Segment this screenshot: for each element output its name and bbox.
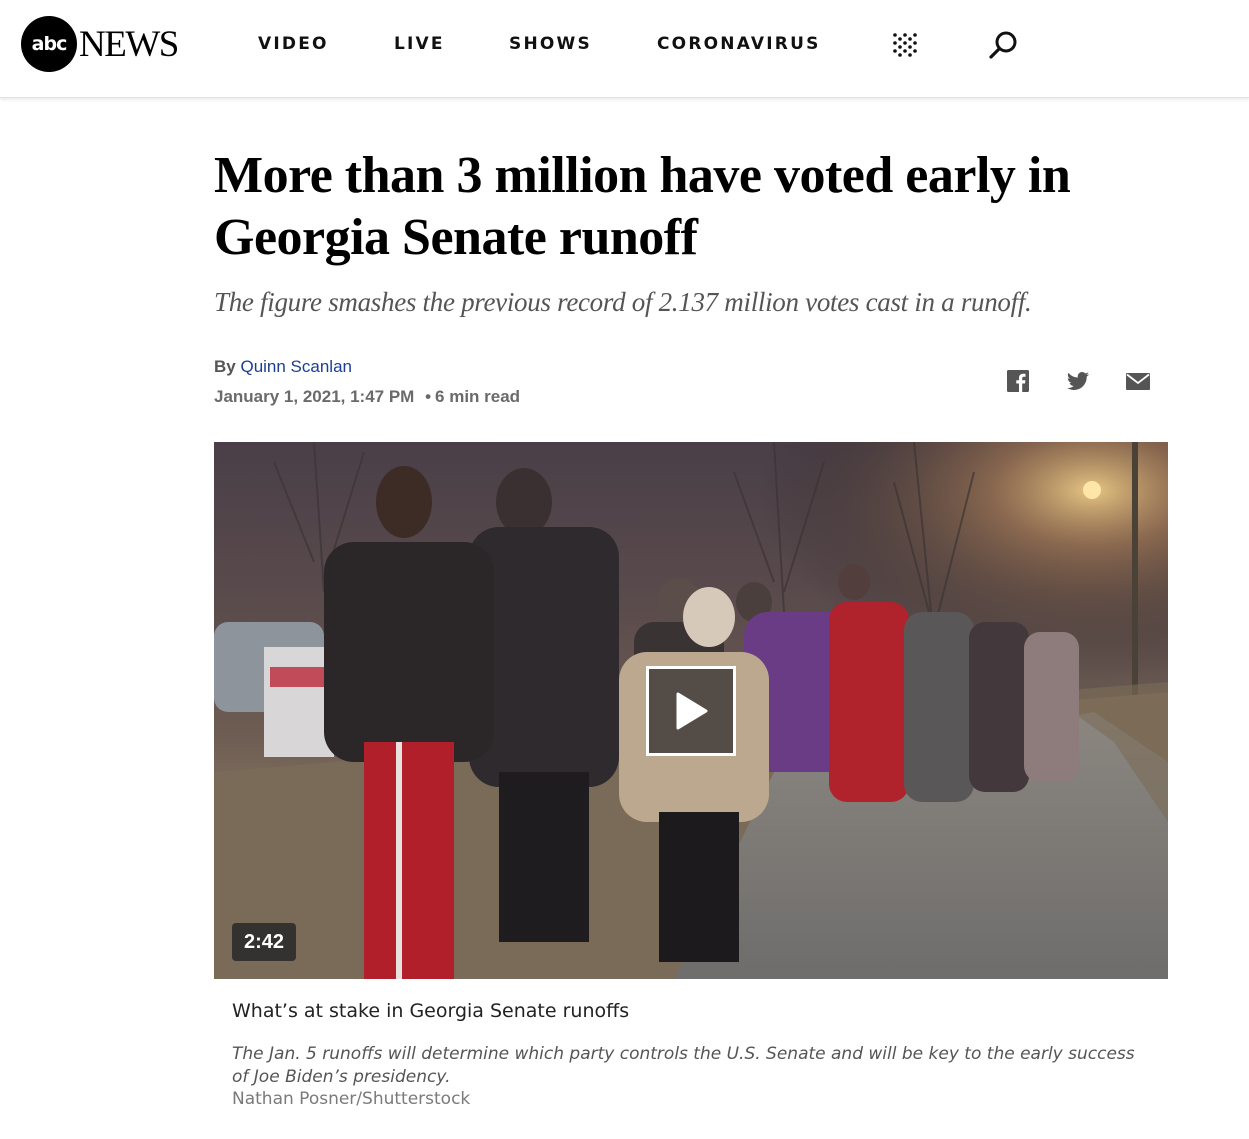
nav-live[interactable]: LIVE [394, 34, 445, 54]
byline-prefix: By [214, 357, 236, 376]
publish-date: January 1, 2021, 1:47 PM [214, 387, 415, 406]
twitter-icon[interactable] [1065, 368, 1091, 394]
nav-shows[interactable]: SHOWS [509, 34, 592, 54]
meta-separator: • [425, 387, 432, 406]
photo-credit: Nathan Posner/Shutterstock [232, 1089, 471, 1109]
play-icon [676, 692, 708, 730]
article-headline: More than 3 million have voted early in … [214, 147, 1071, 266]
author-link[interactable]: Quinn Scanlan [240, 357, 352, 376]
abc-logo-mark: abc [21, 16, 77, 72]
facebook-icon[interactable] [1005, 368, 1031, 394]
video-caption: The Jan. 5 runoffs will determine which … [232, 1044, 1135, 1087]
grid-dots-icon[interactable] [892, 32, 918, 58]
article-meta: January 1, 2021, 1:47 PM • 6 min read [214, 387, 520, 407]
news-logo-text: NEWS [79, 23, 179, 65]
video-title[interactable]: What’s at stake in Georgia Senate runoff… [232, 1000, 629, 1022]
read-time: 6 min read [435, 387, 521, 406]
article-subhead: The figure smashes the previous record o… [214, 287, 1032, 317]
play-button[interactable] [646, 666, 736, 756]
byline: By Quinn Scanlan [214, 357, 352, 377]
site-header: abc NEWS VIDEO LIVE SHOWS CORONAVIRUS [0, 0, 1249, 98]
abc-news-logo[interactable]: abc NEWS [21, 15, 179, 73]
video-player[interactable]: 2:42 [214, 442, 1168, 979]
search-icon[interactable] [988, 29, 1020, 61]
nav-video[interactable]: VIDEO [258, 34, 329, 54]
nav-coronavirus[interactable]: CORONAVIRUS [657, 34, 821, 54]
email-icon[interactable] [1125, 368, 1151, 394]
video-duration-badge: 2:42 [232, 923, 296, 961]
